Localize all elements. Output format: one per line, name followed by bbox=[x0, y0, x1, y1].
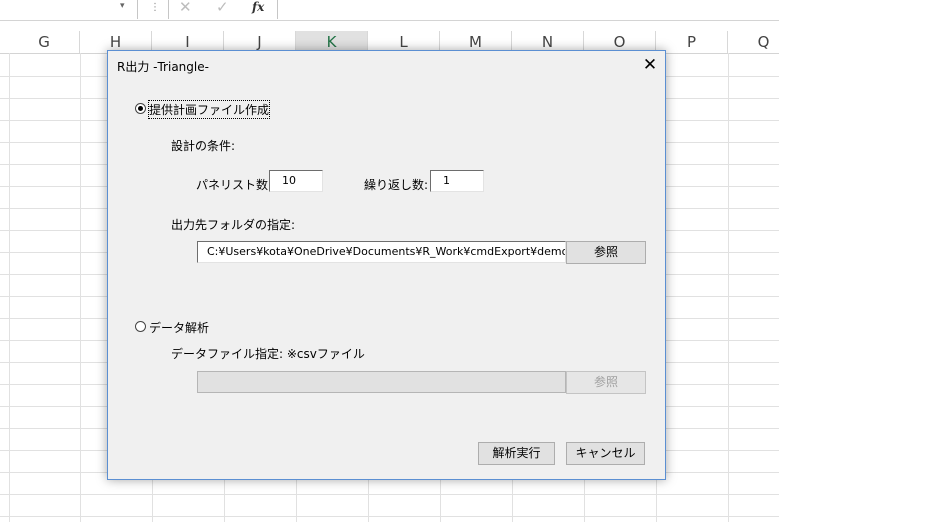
r-output-dialog: R出力 -Triangle- ✕ 提供計画ファイル作成 設計の条件: パネリスト… bbox=[107, 50, 666, 480]
data-analysis-radio-label[interactable]: データ解析 bbox=[149, 319, 209, 336]
name-box[interactable]: ▾ bbox=[0, 0, 138, 19]
data-file-browse-button[interactable]: 参照 bbox=[566, 371, 646, 394]
close-icon[interactable]: ✕ bbox=[635, 51, 665, 80]
data-file-input[interactable] bbox=[197, 371, 566, 393]
column-header-g[interactable]: G bbox=[9, 31, 80, 53]
panelists-label: パネリスト数: bbox=[196, 178, 273, 192]
insert-function-icon[interactable]: fx bbox=[252, 0, 264, 14]
cancel-entry-icon[interactable]: ✕ bbox=[179, 0, 192, 16]
design-conditions-label: 設計の条件: bbox=[171, 139, 236, 153]
design-file-radio-label[interactable]: 提供計画ファイル作成 bbox=[147, 100, 271, 119]
design-file-radio[interactable] bbox=[135, 103, 146, 114]
column-header-p[interactable]: P bbox=[656, 31, 728, 53]
data-file-label: データファイル指定: ※csvファイル bbox=[171, 347, 365, 361]
cancel-button[interactable]: キャンセル bbox=[566, 442, 645, 465]
dialog-title: R出力 -Triangle- bbox=[117, 60, 209, 74]
output-folder-label: 出力先フォルダの指定: bbox=[171, 218, 296, 232]
enter-entry-icon[interactable]: ✓ bbox=[216, 0, 229, 16]
name-box-dropdown-icon[interactable]: ▾ bbox=[120, 1, 125, 11]
output-folder-browse-button[interactable]: 参照 bbox=[566, 241, 646, 264]
data-analysis-radio[interactable] bbox=[135, 321, 146, 332]
formula-bar-buttons: ✕ ✓ fx bbox=[168, 0, 278, 19]
repeats-label: 繰り返し数: bbox=[364, 178, 429, 192]
formula-bar-grip-icon: ⋮ bbox=[150, 2, 160, 13]
run-analysis-button[interactable]: 解析実行 bbox=[478, 442, 555, 465]
formula-bar: ▾ ⋮ ✕ ✓ fx bbox=[0, 0, 779, 21]
repeats-input[interactable]: 1 bbox=[430, 170, 484, 192]
panelists-input[interactable]: 10 bbox=[269, 170, 323, 192]
output-folder-input[interactable]: C:¥Users¥kota¥OneDrive¥Documents¥R_Work¥… bbox=[197, 241, 566, 263]
column-header-q[interactable]: Q bbox=[728, 31, 779, 53]
